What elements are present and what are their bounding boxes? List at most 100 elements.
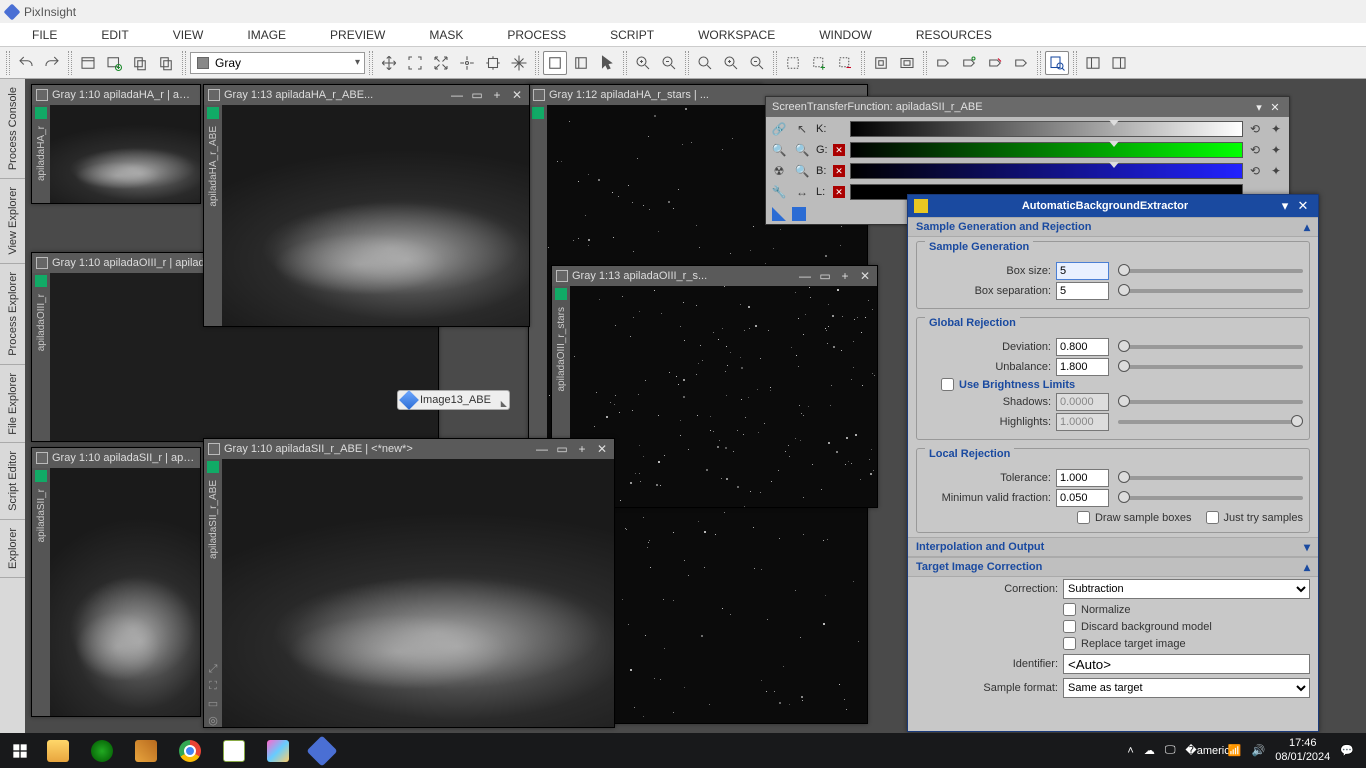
- maximize-button[interactable]: +: [489, 87, 505, 103]
- restore-button[interactable]: ▭: [469, 87, 485, 103]
- unbalance-slider[interactable]: [1118, 365, 1303, 369]
- deviation-slider[interactable]: [1118, 345, 1303, 349]
- close-button[interactable]: ✕: [509, 87, 525, 103]
- panel-left-button[interactable]: [1081, 51, 1105, 75]
- stf-newinstance-button[interactable]: [792, 207, 806, 221]
- tray-clock[interactable]: 17:46 08/01/2024: [1275, 737, 1330, 763]
- select-rect-button[interactable]: [781, 51, 805, 75]
- redo-button[interactable]: [40, 51, 64, 75]
- stf-link-icon[interactable]: 🔗: [770, 120, 788, 138]
- menu-preview[interactable]: PREVIEW: [308, 28, 407, 42]
- stf-close-button[interactable]: ✕: [1267, 101, 1283, 114]
- image-window-sii-r-abe[interactable]: Gray 1:10 apiladaSII_r_ABE | <*new*> — ▭…: [203, 438, 615, 728]
- stf-shade-button[interactable]: ▾: [1251, 101, 1267, 114]
- zoom-fit-out-button[interactable]: [745, 51, 769, 75]
- min-valid-input[interactable]: [1056, 489, 1109, 507]
- stf-g-slider[interactable]: [850, 142, 1243, 158]
- menu-edit[interactable]: EDIT: [79, 28, 150, 42]
- minimize-button[interactable]: —: [534, 441, 550, 457]
- tray-wifi-icon[interactable]: 📶: [1228, 744, 1242, 757]
- replace-check[interactable]: Replace target image: [1063, 637, 1186, 650]
- tray-onedrive-icon[interactable]: ☁: [1144, 744, 1155, 757]
- close-button[interactable]: ✕: [594, 441, 610, 457]
- task-chrome[interactable]: [168, 735, 212, 767]
- undo-button[interactable]: [14, 51, 38, 75]
- select-rect-add-button[interactable]: [807, 51, 831, 75]
- image-window-ha-r[interactable]: Gray 1:10 apiladaHA_r | apiladaHA_r... a…: [31, 84, 201, 204]
- tag-3-button[interactable]: [983, 51, 1007, 75]
- stf-zoomin2-icon[interactable]: 🔍: [793, 141, 811, 159]
- copy-button[interactable]: [128, 51, 152, 75]
- start-button[interactable]: [4, 735, 36, 767]
- sample-fmt-select[interactable]: Same as target: [1063, 678, 1310, 698]
- fit-view-button[interactable]: [403, 51, 427, 75]
- pan-button[interactable]: [507, 51, 531, 75]
- crop-2-button[interactable]: [895, 51, 919, 75]
- stf-b-slider[interactable]: [850, 163, 1243, 179]
- menu-window[interactable]: WINDOW: [797, 28, 894, 42]
- copy-alt-button[interactable]: [154, 51, 178, 75]
- panel-right-button[interactable]: [1107, 51, 1131, 75]
- center-button[interactable]: [455, 51, 479, 75]
- discard-check[interactable]: Discard background model: [1063, 620, 1212, 633]
- new-window-button[interactable]: [76, 51, 100, 75]
- min-valid-slider[interactable]: [1118, 496, 1303, 500]
- box-sep-slider[interactable]: [1118, 289, 1303, 293]
- box-size-input[interactable]: [1056, 262, 1109, 280]
- menu-workspace[interactable]: WORKSPACE: [676, 28, 797, 42]
- task-explorer[interactable]: [36, 735, 80, 767]
- stf-reset-k-button[interactable]: ⟲: [1246, 120, 1264, 138]
- deviation-input[interactable]: [1056, 338, 1109, 356]
- windows-taskbar[interactable]: ˄ ☁ 🖵 �america 📶 🔊 17:46 08/01/2024 💬: [0, 733, 1366, 768]
- task-notes[interactable]: [212, 735, 256, 767]
- tag-4-button[interactable]: [1009, 51, 1033, 75]
- abe-section-io[interactable]: Interpolation and Output▾: [908, 537, 1318, 557]
- abe-shade-button[interactable]: ▾: [1276, 198, 1294, 214]
- abe-dialog[interactable]: AutomaticBackgroundExtractor ▾ ✕ Sample …: [907, 194, 1319, 732]
- image-window-sii-r[interactable]: Gray 1:10 apiladaSII_r | apiladaSII_r...…: [31, 447, 201, 717]
- restore-button[interactable]: ▭: [817, 268, 833, 284]
- tolerance-slider[interactable]: [1118, 476, 1303, 480]
- stf-k-slider[interactable]: [850, 121, 1243, 137]
- box-size-slider[interactable]: [1118, 269, 1303, 273]
- task-app-2[interactable]: [124, 735, 168, 767]
- rect-icon[interactable]: ▭: [206, 696, 220, 710]
- zoom-in-button[interactable]: [631, 51, 655, 75]
- select-rect-sub-button[interactable]: [833, 51, 857, 75]
- task-pixinsight[interactable]: [300, 735, 344, 767]
- image-window-ha-r-abe[interactable]: Gray 1:13 apiladaHA_r_ABE... — ▭ + ✕ api…: [203, 84, 530, 327]
- close-button[interactable]: ✕: [857, 268, 873, 284]
- stf-reset-b-button[interactable]: ⟲: [1246, 162, 1264, 180]
- stf-g-disable-icon[interactable]: ✕: [833, 144, 845, 156]
- tray-notifications-icon[interactable]: 💬: [1340, 744, 1354, 757]
- tab-script-editor[interactable]: Script Editor: [0, 443, 25, 520]
- menu-file[interactable]: FILE: [10, 28, 79, 42]
- stf-b-disable-icon[interactable]: ✕: [833, 165, 845, 177]
- tray-screen-icon[interactable]: 🖵: [1165, 744, 1176, 757]
- stf-apply-button[interactable]: [772, 207, 786, 221]
- move-tool-button[interactable]: [377, 51, 401, 75]
- crop-1-button[interactable]: [869, 51, 893, 75]
- tab-process-explorer[interactable]: Process Explorer: [0, 264, 25, 365]
- just-try-check[interactable]: Just try samples: [1206, 511, 1303, 524]
- tab-view-explorer[interactable]: View Explorer: [0, 179, 25, 264]
- stf-zoomout-icon[interactable]: 🔍: [793, 162, 811, 180]
- expand-button[interactable]: [429, 51, 453, 75]
- minimize-button[interactable]: —: [449, 87, 465, 103]
- expand-icon[interactable]: ⛶: [206, 679, 220, 693]
- menu-process[interactable]: PROCESS: [485, 28, 588, 42]
- process-search-button[interactable]: [1045, 51, 1069, 75]
- stf-settings-g-button[interactable]: ✦: [1267, 141, 1285, 159]
- stf-settings-k-button[interactable]: ✦: [1267, 120, 1285, 138]
- abe-section-tic[interactable]: Target Image Correction▴: [908, 557, 1318, 577]
- zoom-out-button[interactable]: [657, 51, 681, 75]
- abe-section-sgr[interactable]: Sample Generation and Rejection▴: [908, 217, 1318, 237]
- unbalance-input[interactable]: [1056, 358, 1109, 376]
- task-app-1[interactable]: [80, 735, 124, 767]
- use-brightness-checkbox[interactable]: [941, 378, 954, 391]
- stf-l-disable-icon[interactable]: ✕: [833, 186, 845, 198]
- stf-swap-icon[interactable]: ↔: [793, 183, 811, 201]
- stf-radiation-icon[interactable]: ☢: [770, 162, 788, 180]
- readout-mode-button[interactable]: [543, 51, 567, 75]
- menu-view[interactable]: VIEW: [151, 28, 226, 42]
